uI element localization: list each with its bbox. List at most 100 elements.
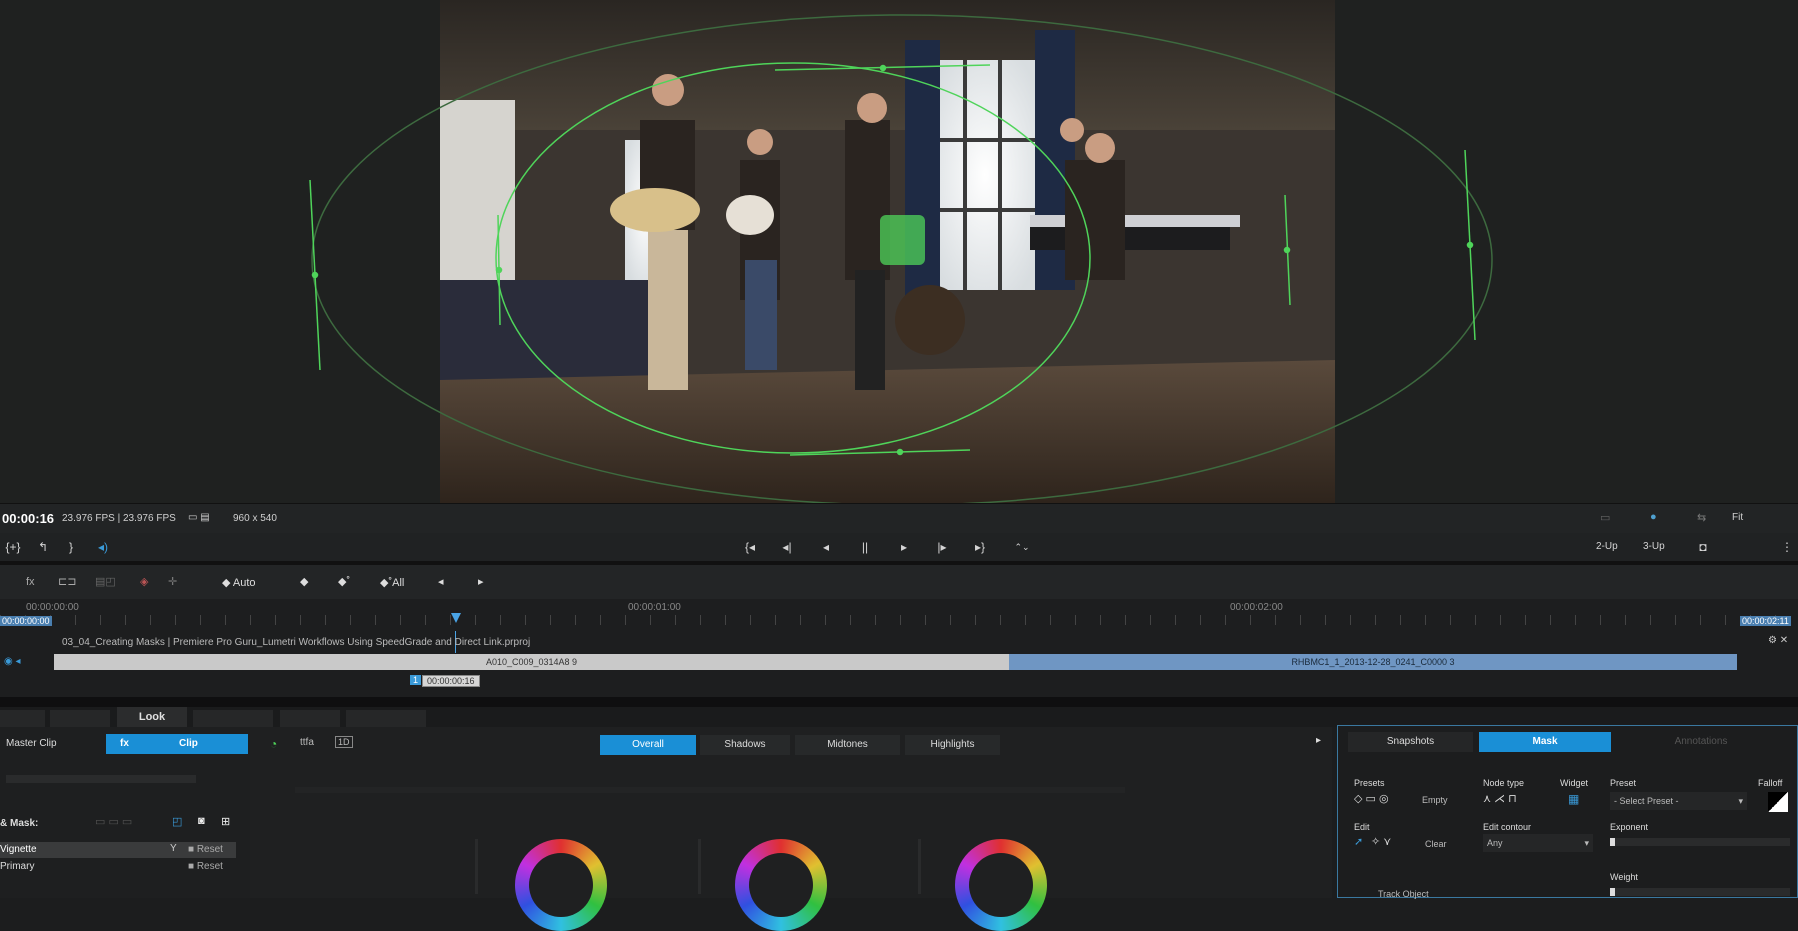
slider-1[interactable]	[475, 839, 478, 894]
ruler-mark-2: 00:00:02:00	[1230, 602, 1283, 613]
color-wheel-1[interactable]	[515, 839, 607, 931]
panel-arrow-icon[interactable]: ▸	[1316, 735, 1321, 746]
tab-shadows[interactable]: Shadows	[700, 735, 790, 755]
jog-icon[interactable]: ⌃⌄	[1013, 538, 1031, 556]
play-reverse-button[interactable]: ◂	[817, 538, 835, 556]
tab-inactive-1[interactable]	[0, 710, 45, 727]
refresh-icon[interactable]: ◔	[270, 737, 277, 751]
pause-button[interactable]: ||	[856, 538, 874, 556]
exponent-slider[interactable]	[1610, 838, 1790, 846]
video-track: ◉ ◂ A010_C009_0314A8 9 RHBMC1_1_2013-12-…	[0, 653, 1798, 673]
move-icon[interactable]: ✛	[168, 575, 177, 588]
fit-select[interactable]: Fit	[1732, 512, 1743, 523]
step-forward-button[interactable]: |▸	[933, 538, 951, 556]
preset-shapes-icon[interactable]: ◇ ▭ ◎	[1354, 792, 1389, 805]
tab-overall[interactable]: Overall	[600, 735, 696, 755]
master-clip-tab[interactable]: Master Clip	[0, 734, 100, 754]
step-back-button[interactable]: ◂|	[778, 538, 796, 556]
widget-icon[interactable]: ▦	[1568, 792, 1579, 806]
go-to-out-button[interactable]: ▸}	[971, 538, 989, 556]
dropdown-icon: ▾	[1738, 796, 1743, 806]
search-field[interactable]	[6, 775, 196, 783]
snapshot-icon[interactable]: ▭	[1600, 511, 1610, 524]
layout-2up-button[interactable]: 2-Up	[1596, 538, 1618, 556]
layer-row-primary[interactable]: Primary ■ Reset	[0, 859, 236, 875]
audio-icon[interactable]: ◂)	[94, 538, 112, 556]
play-button[interactable]: ▸	[895, 538, 913, 556]
tab-inactive-3[interactable]	[193, 710, 273, 727]
tab-highlights[interactable]: Highlights	[905, 735, 1000, 755]
settings-icon[interactable]: ⋮	[1778, 538, 1796, 556]
add-mask-icon[interactable]: ◙	[198, 815, 205, 827]
playhead-timecode[interactable]: 00:00:00:16	[422, 675, 480, 687]
slider-2[interactable]	[698, 839, 701, 894]
falloff-label: Falloff	[1758, 778, 1783, 788]
tab-inactive-4[interactable]	[280, 710, 340, 727]
weight-label: Weight	[1610, 872, 1638, 882]
tab-annotations[interactable]: Annotations	[1616, 732, 1786, 752]
edit-label: Edit	[1354, 822, 1370, 832]
weight-slider[interactable]	[1610, 888, 1790, 896]
edit-tools-icon[interactable]: ✧ ⋎	[1371, 835, 1391, 848]
go-to-in-button[interactable]: {◂	[741, 538, 759, 556]
color-wheel-2[interactable]	[735, 839, 827, 931]
video-frame[interactable]	[440, 0, 1335, 503]
tab-inactive-2[interactable]	[50, 710, 110, 727]
presets-label: Presets	[1354, 778, 1385, 788]
compare-icon[interactable]: ⇆	[1697, 511, 1706, 524]
ruler-ticks	[0, 615, 1798, 625]
clear-button[interactable]: Clear	[1425, 839, 1447, 849]
panel-divider[interactable]	[0, 697, 1798, 707]
layout-3up-button[interactable]: 3-Up	[1643, 538, 1665, 556]
layer-tools-icon[interactable]: ▭ ▭ ▭	[95, 815, 132, 828]
camera-icon[interactable]: ◘	[1694, 538, 1712, 556]
slider-3[interactable]	[918, 839, 921, 894]
fx-icon[interactable]: fx	[26, 576, 35, 588]
color-wheel-3[interactable]	[955, 839, 1047, 931]
eye-icon[interactable]: ◉ ◂	[4, 656, 21, 667]
clip-tab[interactable]: fx Clip	[106, 734, 248, 754]
mark-in-icon[interactable]: {+}	[4, 538, 22, 556]
all-keyframes-button[interactable]: ◆˚All	[380, 576, 404, 589]
select-tool-icon[interactable]: ➚	[1354, 835, 1363, 848]
mark-out-icon[interactable]: }	[62, 538, 80, 556]
preset-select[interactable]: - Select Preset - ▾	[1610, 792, 1747, 810]
empty-button[interactable]: Empty	[1422, 795, 1448, 805]
reset-button[interactable]: ■ Reset	[188, 844, 223, 855]
clip-a[interactable]: A010_C009_0314A8 9	[54, 654, 1009, 670]
timeline-ruler[interactable]: 00:00:00:00 00:00:01:00 00:00:02:00 00:0…	[0, 599, 1798, 631]
ruler-start: 00:00:00:00	[26, 602, 79, 613]
lut-icon[interactable]: 1D	[335, 736, 353, 748]
edit-contour-value: Any	[1487, 838, 1503, 848]
loop-icon[interactable]: ↰	[34, 538, 52, 556]
timeline-toolbar: fx ⊏⊐ ▤◰ ◈ ✛ ◆ Auto ◆ ◆˚ ◆˚All ◂ ▸	[0, 565, 1798, 599]
auto-keyframe-button[interactable]: ◆ Auto	[222, 576, 256, 589]
tab-look[interactable]: Look	[117, 707, 187, 727]
edit-contour-select[interactable]: Any ▾	[1483, 834, 1593, 852]
remove-keyframe-icon[interactable]: ◆˚	[338, 575, 350, 588]
timecode-display[interactable]: 00:00:16	[2, 511, 54, 526]
node-type-icon[interactable]: ⋏ ⋌ ⊓	[1483, 792, 1517, 805]
color-icon[interactable]: ●	[1650, 511, 1657, 523]
trim-icon[interactable]: ⊏⊐	[58, 575, 76, 588]
tab-snapshots[interactable]: Snapshots	[1348, 732, 1473, 752]
reset-button[interactable]: ■ Reset	[188, 861, 223, 872]
mask-layer-icon[interactable]: ◰	[172, 815, 182, 828]
palette-icon[interactable]: ◈	[140, 575, 148, 588]
clip-b[interactable]: RHBMC1_1_2013-12-28_0241_C0000 3	[1009, 654, 1737, 670]
monitor-icon[interactable]: ▭ ▤	[188, 512, 210, 523]
add-layer-icon[interactable]: ⊞	[221, 815, 230, 828]
tab-inactive-5[interactable]	[346, 710, 426, 727]
falloff-swatch[interactable]	[1768, 792, 1788, 812]
layer-row-vignette[interactable]: Vignette Y ■ Reset	[0, 842, 236, 858]
next-keyframe-icon[interactable]: ▸	[478, 575, 484, 588]
filter-icon[interactable]: Y	[170, 843, 177, 854]
tab-mask[interactable]: Mask	[1479, 732, 1611, 752]
ttfa-icon[interactable]: ttfa	[300, 737, 314, 748]
prev-keyframe-icon[interactable]: ◂	[438, 575, 444, 588]
add-keyframe-icon[interactable]: ◆	[300, 575, 308, 588]
track-settings-icon[interactable]: ⚙ ✕	[1768, 635, 1788, 646]
tab-midtones[interactable]: Midtones	[795, 735, 900, 755]
grade-icon[interactable]: ▤◰	[95, 575, 116, 588]
project-track-header: 03_04_Creating Masks | Premiere Pro Guru…	[0, 631, 1798, 673]
